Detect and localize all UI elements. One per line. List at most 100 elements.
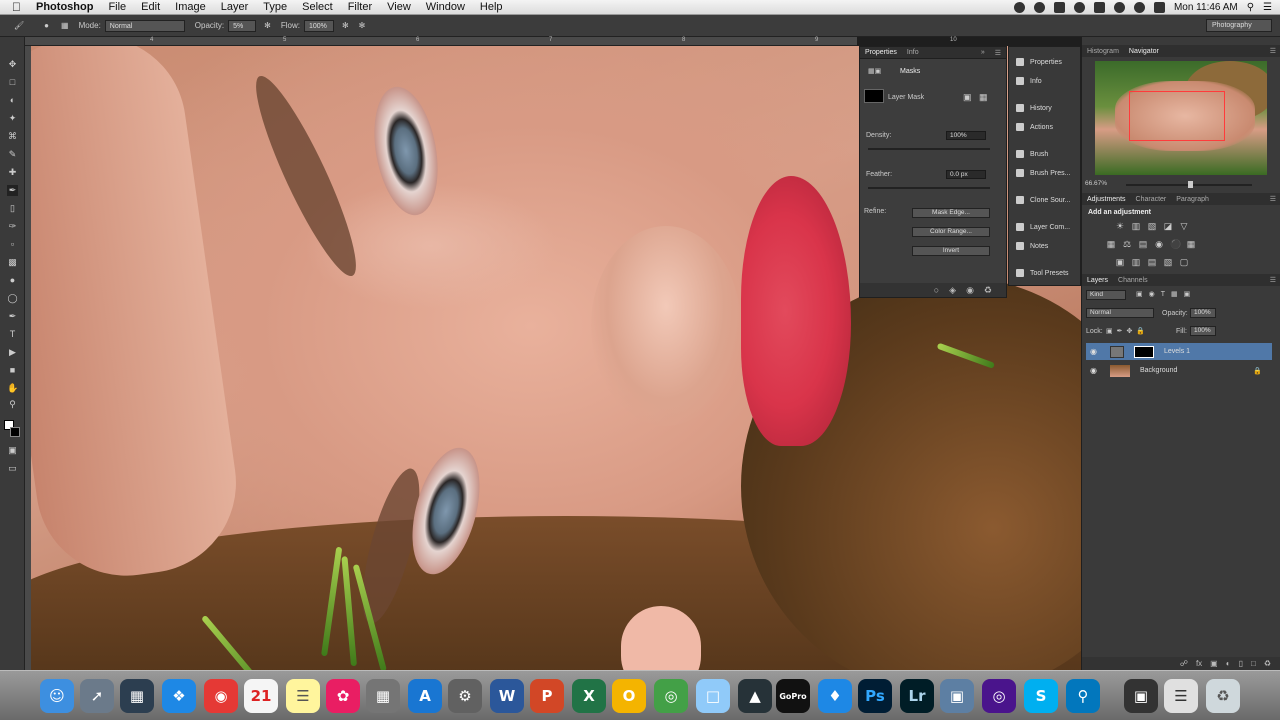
menu-select[interactable]: Select [302,1,333,13]
tab-channels[interactable]: Channels [1113,277,1153,284]
dock-panel-info[interactable]: Info [1009,74,1082,88]
gradient-map-icon[interactable]: ▧ [1163,257,1173,267]
dock-panel-tool-presets[interactable]: Tool Presets [1009,266,1082,280]
pressure-opacity-icon[interactable]: ✻ [264,21,271,30]
visibility-icon[interactable]: ◉ [966,285,974,296]
curves-icon[interactable]: ▧ [1147,221,1157,231]
mask-thumbnail[interactable] [864,89,884,103]
tab-adjustments[interactable]: Adjustments [1082,196,1131,203]
brightness-icon[interactable]: ☀ [1115,221,1125,231]
new-layer-icon[interactable]: □ [1251,659,1256,668]
type-tool-icon[interactable]: T [7,329,18,340]
delete-mask-icon[interactable]: ♻ [984,285,992,296]
color-lookup-icon[interactable]: ▦ [1186,239,1196,249]
gradient-tool-icon[interactable]: ▩ [7,257,18,268]
load-selection-icon[interactable]: ○ [934,285,939,295]
layer-row-background[interactable]: ◉ Background 🔒 [1086,362,1272,379]
invert-button[interactable]: Invert [912,246,990,256]
menu-help[interactable]: Help [480,1,503,13]
pen-tool-icon[interactable]: ✒ [7,311,18,322]
documents-stack-icon[interactable]: ☰ [1164,679,1198,713]
notification-icon[interactable]: ☰ [1263,2,1272,13]
image-capture-icon[interactable]: ▣ [940,679,974,713]
navigator-zoom-slider[interactable] [1126,181,1252,188]
move-tool-icon[interactable]: ✥ [7,59,18,70]
dropbox-app-icon[interactable]: ♦ [818,679,852,713]
history-brush-tool-icon[interactable]: ✑ [7,221,18,232]
vibrance-icon[interactable]: ▽ [1179,221,1189,231]
feather-field[interactable]: 0.0 px [946,170,986,179]
dock-panel-clone-source[interactable]: Clone Sour... [1009,193,1082,207]
marquee-tool-icon[interactable]: □ [7,77,18,88]
navigator-thumbnail[interactable] [1095,61,1267,175]
zoom-tool-icon[interactable]: ⚲ [7,399,18,410]
navigator-view-box[interactable] [1129,91,1225,141]
eyedropper-tool-icon[interactable]: ✎ [7,149,18,160]
mission-control-icon[interactable]: ▦ [120,679,154,713]
background-color-swatch[interactable] [10,427,20,437]
dropbox-icon[interactable] [1053,2,1065,13]
fill-field[interactable]: 100% [1190,326,1216,336]
add-mask-icon[interactable]: ▣ [1210,659,1218,668]
density-slider[interactable] [868,148,990,150]
dock-panel-properties[interactable]: Properties [1009,55,1082,69]
selective-color-icon[interactable]: ▢ [1179,257,1189,267]
panel-collapse-icon[interactable]: » [976,49,990,56]
brush-tool-icon[interactable]: 🖌 [14,21,24,30]
menu-image[interactable]: Image [175,1,206,13]
pressure-size-icon[interactable]: ✻ [359,21,366,30]
photoshop-dock-icon[interactable]: Ps [858,679,892,713]
workspace-select[interactable]: Photography [1206,19,1272,32]
clock[interactable]: Mon 11:46 AM [1174,2,1238,13]
word-icon[interactable]: W [490,679,524,713]
chrome-icon[interactable]: ◉ [204,679,238,713]
apply-mask-icon[interactable]: ◈ [949,285,956,296]
dock-panel-history[interactable]: History [1009,101,1082,115]
pixel-mask-icon[interactable]: ▣ [963,92,972,103]
battery-icon[interactable] [1153,2,1165,13]
dvd-player-icon[interactable]: ◎ [982,679,1016,713]
brush-panel-icon[interactable]: ▦ [61,21,69,30]
powerpoint-icon[interactable]: P [530,679,564,713]
record-icon[interactable] [1013,2,1025,13]
tab-character[interactable]: Character [1131,196,1172,203]
brush-size-icon[interactable]: ● [44,21,49,30]
color-range-button[interactable]: Color Range... [912,227,990,237]
new-adjustment-icon[interactable]: ◐ [1226,659,1231,668]
preview-icon[interactable]: □ [696,679,730,713]
lock-icons[interactable]: ▣✒✥🔒 [1106,327,1149,335]
posterize-icon[interactable]: ▥ [1131,257,1141,267]
layer-opacity-field[interactable]: 100% [1190,308,1216,318]
outlook-icon[interactable]: O [612,679,646,713]
vector-mask-icon[interactable]: ▦ [979,92,988,103]
tab-info[interactable]: Info [902,49,924,56]
density-field[interactable]: 100% [946,131,986,140]
tab-paragraph[interactable]: Paragraph [1171,196,1214,203]
photo-filter-icon[interactable]: ◉ [1154,239,1164,249]
navigator-zoom[interactable]: 66.67% [1085,180,1107,187]
time-machine-icon[interactable] [1113,2,1125,13]
panel-menu-icon[interactable]: ☰ [1265,47,1280,55]
photos-icon[interactable]: ✿ [326,679,360,713]
spotlight-icon[interactable]: ⚲ [1247,2,1254,13]
airbrush-icon[interactable]: ✻ [342,21,349,30]
fx-icon[interactable]: fx [1196,659,1202,668]
app-store-icon[interactable]: A [408,679,442,713]
safari-icon[interactable]: ❖ [162,679,196,713]
invert-adj-icon[interactable]: ▣ [1115,257,1125,267]
display-icon[interactable] [1093,2,1105,13]
flow-field[interactable]: 100% [303,19,334,32]
stamp-tool-icon[interactable]: ▯ [7,203,18,214]
excel-icon[interactable]: X [572,679,606,713]
mask-edge-button[interactable]: Mask Edge... [912,208,990,218]
panel-menu-icon[interactable]: ☰ [1265,276,1280,284]
quick-mask-icon[interactable]: ▣ [7,445,18,456]
crop-tool-icon[interactable]: ⌘ [7,131,18,142]
tab-layers[interactable]: Layers [1082,277,1113,284]
lightroom-dock-icon[interactable]: Lr [900,679,934,713]
dock-panel-layer-comps[interactable]: Layer Com... [1009,220,1082,234]
notes-app-icon[interactable]: ☰ [286,679,320,713]
lasso-tool-icon[interactable]: ◐ [7,95,18,106]
black-white-icon[interactable]: ▤ [1138,239,1148,249]
gopro-icon[interactable]: GoPro [776,679,810,713]
